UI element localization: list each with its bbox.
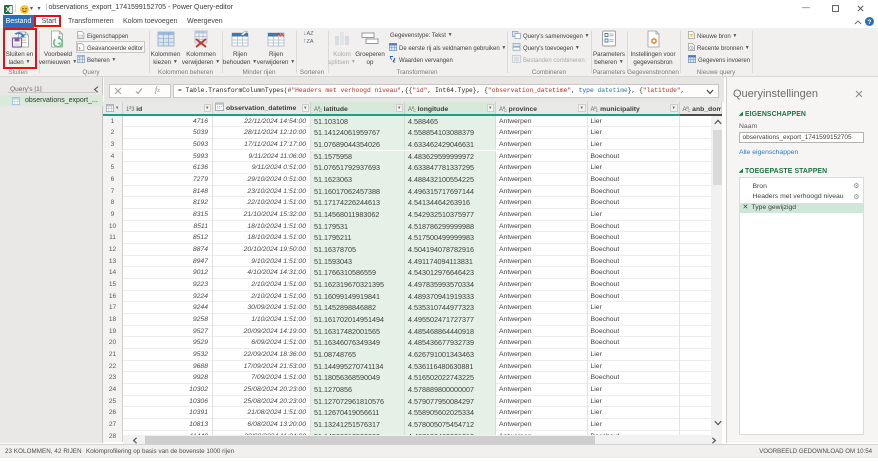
svg-text:?: ?: [868, 19, 872, 26]
svg-text:X: X: [6, 7, 11, 14]
svg-text:2: 2: [393, 58, 396, 63]
